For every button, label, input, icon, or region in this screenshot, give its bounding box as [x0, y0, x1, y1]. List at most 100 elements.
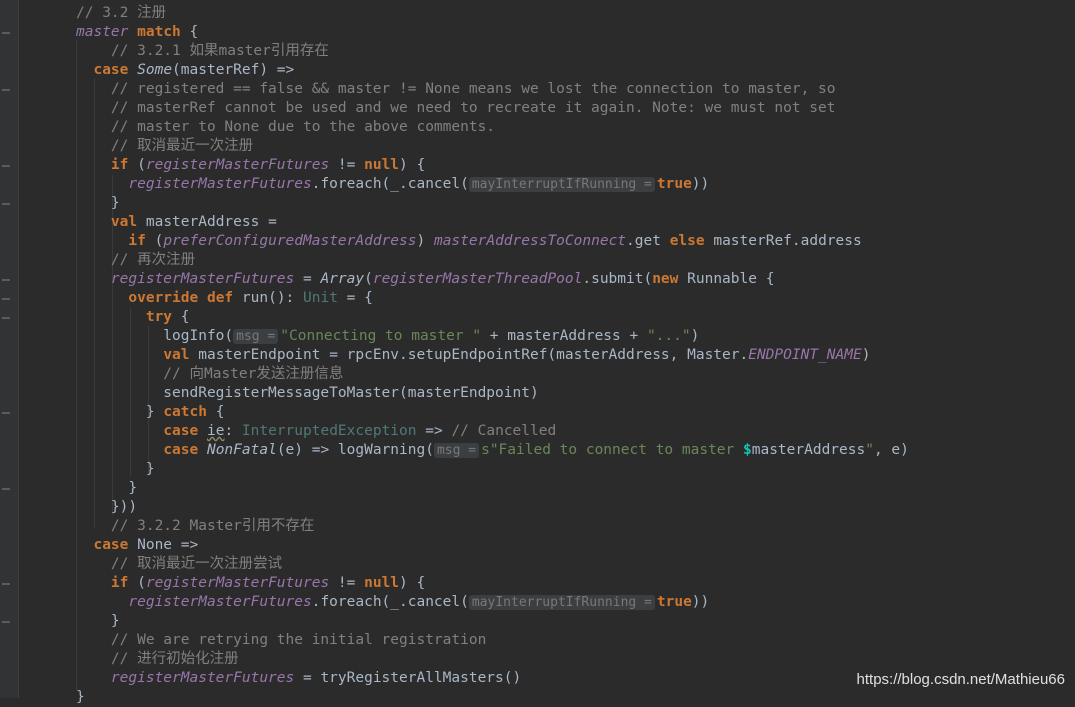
code-line[interactable]: // master to None due to the above comme… [76, 118, 495, 137]
code-token: ( [364, 271, 373, 287]
code-line[interactable]: if (registerMasterFutures != null) { [76, 156, 425, 175]
code-token: != [329, 157, 365, 173]
code-token: registerMasterFutures [128, 594, 312, 610]
code-token: masterAddress = [137, 214, 277, 230]
code-token: // 3.2.1 如果master引用存在 [76, 43, 329, 59]
code-line[interactable]: case Some(masterRef) => [76, 61, 294, 80]
code-token: override [128, 290, 199, 306]
parameter-hint: msg = [233, 329, 279, 344]
code-token: .foreach(_.cancel( [311, 176, 469, 192]
code-token: .foreach(_.cancel( [311, 594, 469, 610]
code-token: != [329, 575, 365, 591]
code-token: // 3.2 注册 [76, 5, 167, 21]
code-line[interactable]: val masterEndpoint = rpcEnv.setupEndpoin… [76, 346, 870, 365]
code-line[interactable]: case None => [76, 536, 198, 555]
code-line[interactable]: // 再次注册 [76, 251, 195, 270]
code-token: ( [128, 575, 146, 591]
code-line[interactable]: // 3.2.1 如果master引用存在 [76, 42, 329, 61]
code-token: ( [145, 233, 164, 249]
code-token: // 进行初始化注册 [76, 651, 239, 667]
code-line[interactable]: if (preferConfiguredMasterAddress) maste… [76, 232, 862, 251]
code-line[interactable]: } [76, 194, 120, 213]
code-line[interactable]: // 向Master发送注册信息 [76, 365, 343, 384]
code-line[interactable]: } [76, 612, 120, 631]
code-token: case [163, 442, 199, 458]
code-editor[interactable]: // 3.2 注册 master match { // 3.2.1 如果maste… [0, 0, 1075, 705]
code-token: ENDPOINT_NAME [748, 347, 862, 363]
code-token: "..." [646, 328, 691, 344]
code-token: (masterRef) => [172, 62, 295, 78]
watermark: https://blog.csdn.net/Mathieu66 [856, 671, 1065, 688]
code-token: new [652, 271, 679, 287]
fold-marker-icon[interactable] [2, 32, 10, 34]
code-line[interactable]: })) [76, 498, 137, 517]
code-line[interactable]: registerMasterFutures = Array(registerMa… [76, 270, 775, 289]
code-line[interactable]: // We are retrying the initial registrat… [76, 631, 486, 650]
fold-marker-icon[interactable] [2, 412, 10, 414]
fold-marker-icon[interactable] [2, 203, 10, 205]
code-line[interactable]: master match { [76, 23, 198, 42]
code-line[interactable]: if (registerMasterFutures != null) { [76, 574, 425, 593]
code-token: match [137, 24, 181, 40]
code-line[interactable]: try { [76, 308, 190, 327]
code-line[interactable]: sendRegisterMessageToMaster(masterEndpoi… [76, 384, 538, 403]
code-line[interactable]: // 进行初始化注册 [76, 650, 239, 669]
code-area[interactable]: // 3.2 注册 master match { // 3.2.1 如果maste… [24, 0, 1075, 705]
code-token: } [76, 689, 85, 705]
fold-marker-icon[interactable] [2, 298, 10, 300]
code-token: None => [128, 537, 199, 553]
code-line[interactable]: case NonFatal(e) => logWarning(msg = s"Fa… [76, 441, 909, 460]
fold-marker-icon[interactable] [2, 89, 10, 91]
code-token: Runnable { [678, 271, 775, 287]
line-gutter[interactable] [0, 0, 19, 698]
code-line[interactable]: // 3.2.2 Master引用不存在 [76, 517, 314, 536]
code-token: registerMasterFutures [110, 670, 295, 686]
code-line[interactable]: // 取消最近一次注册 [76, 137, 253, 156]
code-token: (e) => logWarning( [276, 442, 434, 458]
fold-marker-icon[interactable] [2, 488, 10, 490]
code-line[interactable]: registerMasterFutures.foreach(_.cancel(m… [76, 593, 709, 612]
code-token: masterAddress [751, 442, 866, 458]
code-token: NonFatal [206, 442, 277, 458]
code-line[interactable]: registerMasterFutures = tryRegisterAllMa… [76, 669, 521, 688]
code-line[interactable]: // 取消最近一次注册尝试 [76, 555, 282, 574]
code-token: registerMasterFutures [128, 176, 312, 192]
code-token: $ [743, 442, 752, 458]
code-token: "Connecting to master " [280, 328, 482, 344]
code-token: catch [163, 404, 207, 420]
code-token: " [865, 442, 874, 458]
code-line[interactable]: } [76, 479, 137, 498]
code-token: )) [691, 176, 710, 192]
code-token: if [110, 575, 129, 591]
code-line[interactable]: // masterRef cannot be used and we need … [76, 99, 836, 118]
code-token: // Cancelled [451, 423, 557, 439]
code-line[interactable]: registerMasterFutures.foreach(_.cancel(m… [76, 175, 709, 194]
code-line[interactable]: } [76, 460, 155, 479]
code-line[interactable]: override def run(): Unit = { [76, 289, 372, 308]
fold-marker-icon[interactable] [2, 583, 10, 585]
code-line[interactable]: // registered == false && master != None… [76, 80, 836, 99]
code-token: InterruptedException [241, 423, 417, 439]
code-token: registerMasterFutures [145, 157, 330, 173]
fold-marker-icon[interactable] [2, 279, 10, 281]
code-line[interactable]: // 3.2 注册 [76, 4, 166, 23]
code-token: ie [206, 423, 225, 439]
code-token: masterRef.address [704, 233, 862, 249]
code-line[interactable]: val masterAddress = [76, 213, 277, 232]
code-token: else [669, 233, 705, 249]
fold-marker-icon[interactable] [2, 317, 10, 319]
code-line[interactable]: logInfo(msg = "Connecting to master " + m… [76, 327, 699, 346]
code-token: } [76, 404, 164, 420]
code-line[interactable]: } catch { [76, 403, 225, 422]
fold-marker-icon[interactable] [2, 165, 10, 167]
fold-marker-icon[interactable] [2, 621, 10, 623]
code-line[interactable]: case ie: InterruptedException => // Canc… [76, 422, 556, 441]
code-token: // masterRef cannot be used and we need … [76, 100, 836, 116]
code-token: ) [690, 328, 700, 344]
code-token: true [656, 176, 692, 192]
